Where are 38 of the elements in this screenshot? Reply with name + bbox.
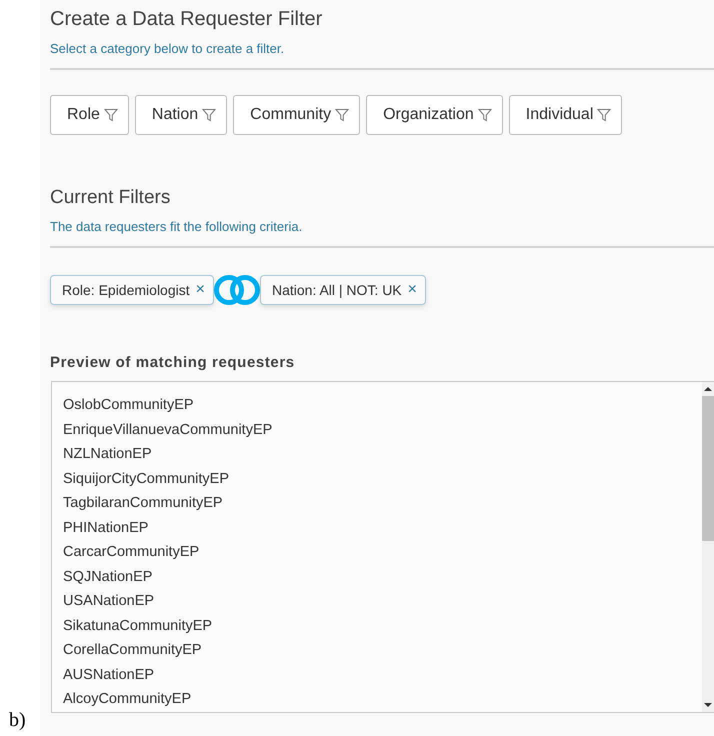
requester-item[interactable]: CarcarCommunityEP bbox=[63, 542, 702, 566]
filter-icon bbox=[597, 108, 612, 122]
requester-item[interactable]: NZLNationEP bbox=[63, 444, 702, 468]
remove-filter-button[interactable]: × bbox=[408, 281, 417, 299]
category-filter-button[interactable]: Role bbox=[50, 95, 129, 135]
requester-item[interactable]: CorellaCommunityEP bbox=[63, 640, 702, 664]
section-subtitle: The data requesters fit the following criteria. bbox=[50, 219, 304, 234]
preview-title: Preview of matching requesters bbox=[50, 354, 296, 371]
filter-label: Nation: All | NOT: UK bbox=[272, 282, 402, 298]
filter-icon bbox=[335, 108, 350, 122]
requester-item[interactable]: OslobCommunityEP bbox=[63, 395, 702, 420]
filter-icon bbox=[202, 108, 216, 122]
remove-filter-button[interactable]: × bbox=[196, 281, 205, 299]
figure-label: b) bbox=[9, 709, 26, 732]
requester-item[interactable]: PHINationEP bbox=[63, 518, 702, 542]
section-title: Current Filters bbox=[50, 187, 172, 209]
requester-item[interactable]: USANationEP bbox=[63, 591, 702, 616]
scroll-up-icon[interactable] bbox=[704, 386, 712, 392]
filter-icon bbox=[478, 108, 492, 122]
filter-label: Role: Epidemiologist bbox=[62, 282, 190, 298]
section-title: Create a Data Requester Filter bbox=[50, 8, 324, 31]
requester-item[interactable]: SQJNationEP bbox=[63, 566, 702, 591]
scroll-down-icon[interactable] bbox=[704, 702, 712, 708]
requester-listbox[interactable] bbox=[51, 381, 714, 713]
requester-item[interactable]: SikatunaCommunityEP bbox=[63, 616, 702, 640]
section-subtitle: Select a category below to create a filter. bbox=[50, 41, 286, 56]
filter-icon bbox=[104, 108, 118, 122]
category-filter-button[interactable]: Community bbox=[233, 95, 360, 135]
requester-item[interactable]: TagbilaranCommunityEP bbox=[63, 493, 702, 518]
requester-item[interactable]: EnriqueVillanuevaCommunityEP bbox=[63, 420, 702, 444]
requester-item[interactable]: SiquijorCityCommunityEP bbox=[63, 468, 702, 493]
scrollbar[interactable] bbox=[702, 382, 714, 712]
requester-item[interactable]: AlcoyCommunityEP bbox=[63, 689, 702, 714]
scrollbar-thumb[interactable] bbox=[702, 396, 714, 541]
requester-item[interactable]: AUSNationEP bbox=[63, 664, 702, 689]
category-filter-button[interactable]: Nation bbox=[134, 95, 228, 135]
category-filter-button[interactable]: Organization bbox=[366, 95, 503, 135]
category-filter-button[interactable]: Individual bbox=[508, 95, 622, 135]
